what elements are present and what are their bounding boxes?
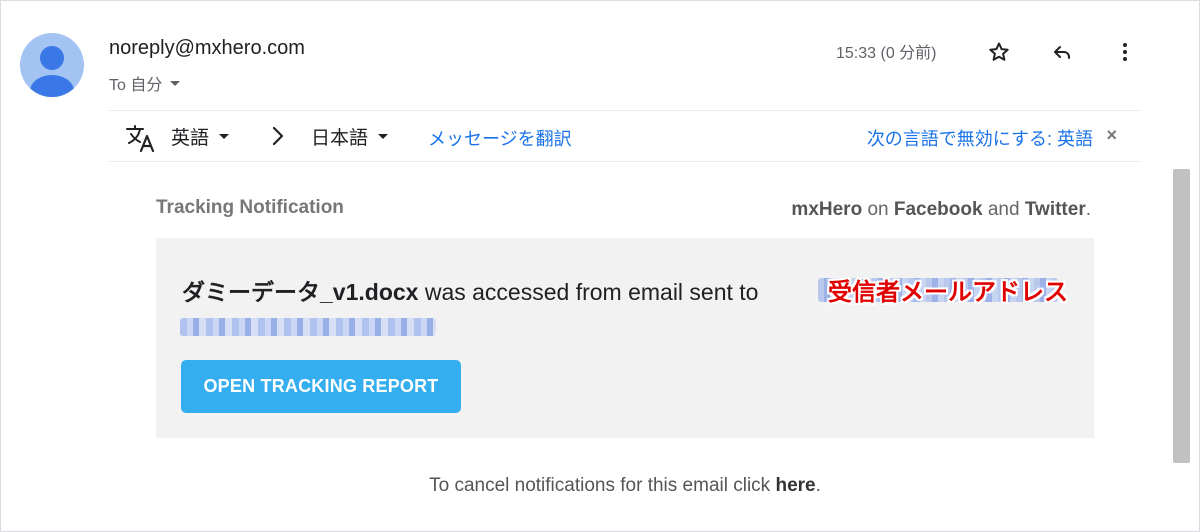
twitter-link[interactable]: Twitter [1025, 199, 1086, 220]
notification-panel: ダミーデータ_v1.docx was accessed from email s… [156, 238, 1094, 438]
facebook-link[interactable]: Facebook [894, 199, 983, 220]
access-text: was accessed from email sent to [424, 279, 759, 305]
brand-link[interactable]: mxHero [791, 199, 862, 220]
social-period: . [1085, 199, 1091, 220]
recipient-label: To 自分 [109, 77, 163, 94]
divider [109, 161, 1141, 162]
open-tracking-report-button[interactable]: OPEN TRACKING REPORT [181, 360, 461, 413]
scrollbar-thumb[interactable] [1173, 169, 1190, 463]
avatar-person-icon [30, 46, 74, 97]
recipient-toggle[interactable]: To 自分 [109, 71, 181, 95]
close-icon[interactable]: × [1106, 125, 1117, 146]
avatar[interactable] [20, 33, 84, 97]
chevron-right-icon [272, 126, 284, 146]
cancel-text: To cancel notifications for this email c… [429, 475, 771, 496]
disable-translation-link[interactable]: 次の言語で無効にする: 英語 [867, 125, 1093, 151]
cancel-notifications-text: To cancel notifications for this email c… [1, 475, 1200, 497]
redacted-email-continued [180, 318, 436, 336]
star-button[interactable] [985, 38, 1013, 66]
translate-icon [126, 125, 155, 153]
target-language-label: 日本語 [311, 128, 369, 149]
target-language-select[interactable]: 日本語 [311, 123, 389, 150]
social-text-and: and [987, 199, 1020, 220]
reply-button[interactable] [1048, 38, 1076, 66]
source-language-label: 英語 [171, 128, 210, 149]
social-links: mxHero on Facebook and Twitter. [791, 199, 1091, 221]
translate-message-link[interactable]: メッセージを翻訳 [428, 125, 572, 151]
source-language-select[interactable]: 英語 [171, 123, 230, 150]
access-message: ダミーデータ_v1.docx was accessed from email s… [182, 273, 758, 307]
tracking-title: Tracking Notification [156, 197, 344, 218]
recipient-email-annotation: 受信者メールアドレス [828, 279, 1068, 306]
timestamp: 15:33 (0 分前) [836, 45, 937, 62]
reply-icon [1054, 46, 1070, 59]
chevron-down-icon [219, 134, 230, 139]
more-vert-icon [1123, 43, 1127, 61]
cancel-period: . [815, 475, 821, 496]
sender-address[interactable]: noreply@mxhero.com [109, 37, 305, 60]
email-view: noreply@mxhero.com To 自分 15:33 (0 分前) 英語 [0, 0, 1200, 532]
translate-bar: 英語 日本語 メッセージを翻訳 次の言語で無効にする: 英語 × [109, 111, 1141, 161]
star-icon [989, 42, 1009, 61]
cancel-link[interactable]: here [775, 475, 815, 496]
more-options-button[interactable] [1111, 38, 1139, 66]
file-name: ダミーデータ_v1.docx [182, 279, 419, 305]
chevron-down-icon [170, 80, 181, 86]
social-text-on: on [867, 199, 889, 220]
chevron-down-icon [378, 134, 389, 139]
